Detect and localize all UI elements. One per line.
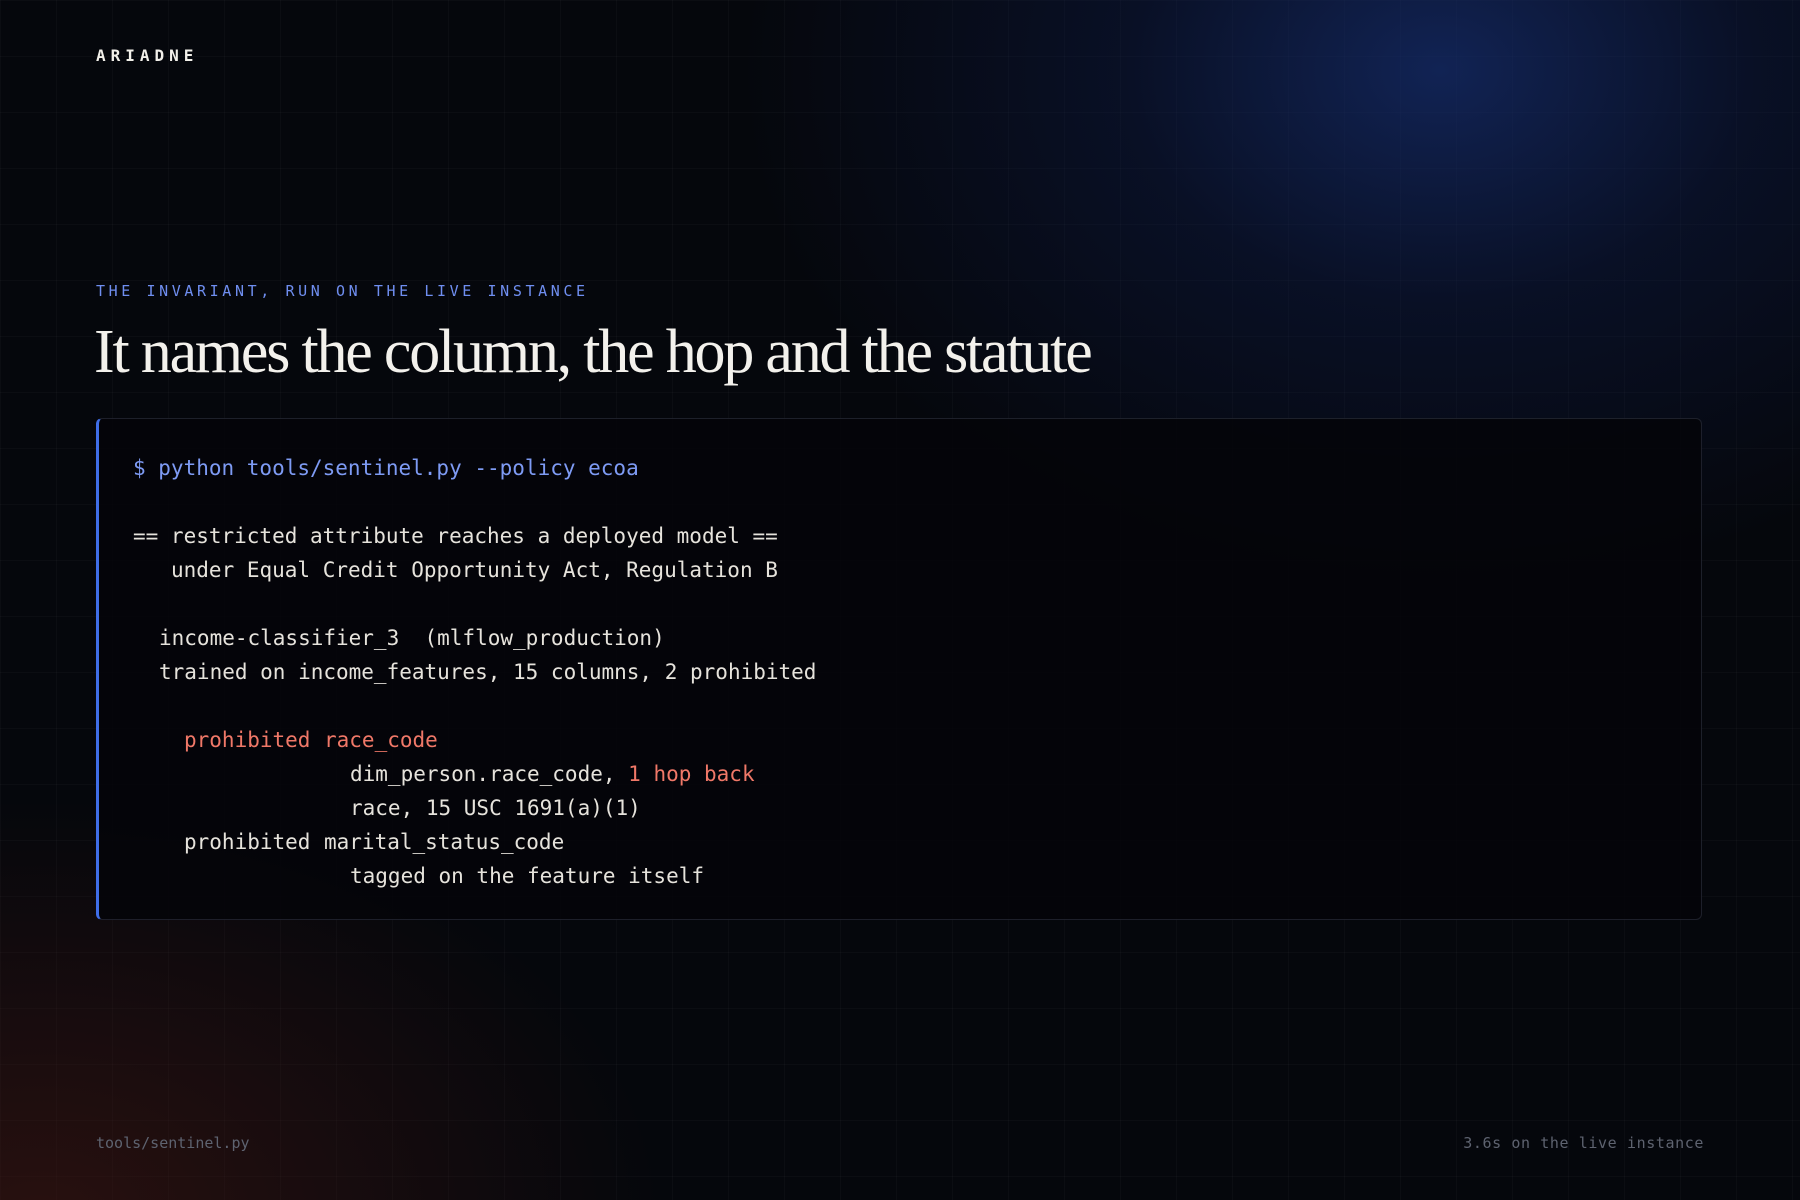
section-eyebrow: THE INVARIANT, RUN ON THE LIVE INSTANCE [96,282,589,300]
finding-label: prohibited [184,728,311,752]
finding-column: race_code [324,728,438,752]
finding-row: prohibited marital_status_code [133,825,1667,859]
terminal-spacer [133,587,1667,621]
brand-logo: ARIADNE [96,46,199,65]
terminal-header: == restricted attribute reaches a deploy… [133,524,778,548]
terminal-model-line: income-classifier_3 (mlflow_production) [159,626,665,650]
finding-lineage-path: dim_person.race_code, [350,762,629,786]
terminal-spacer [133,485,1667,519]
footer-timing: 3.6s on the live instance [1463,1134,1704,1152]
terminal-output-panel: $ python tools/sentinel.py --policy ecoa… [96,418,1702,920]
finding-column: marital_status_code [324,830,565,854]
terminal-spacer [133,689,1667,723]
terminal-command: $ python tools/sentinel.py --policy ecoa [133,456,639,480]
terminal-trained-line: trained on income_features, 15 columns, … [159,660,817,684]
page-title: It names the column, the hop and the sta… [94,318,1093,386]
finding-lineage-hop: 1 hop back [628,762,755,786]
finding-label: prohibited [184,830,311,854]
footer-source: tools/sentinel.py [96,1134,250,1152]
finding-statute: race, 15 USC 1691(a)(1) [350,796,641,820]
finding-note: tagged on the feature itself [350,864,705,888]
terminal-header-sub: under Equal Credit Opportunity Act, Regu… [171,558,778,582]
finding-lineage: dim_person.race_code, 1 hop back [133,757,1667,791]
finding-row: prohibited race_code [133,723,1667,757]
